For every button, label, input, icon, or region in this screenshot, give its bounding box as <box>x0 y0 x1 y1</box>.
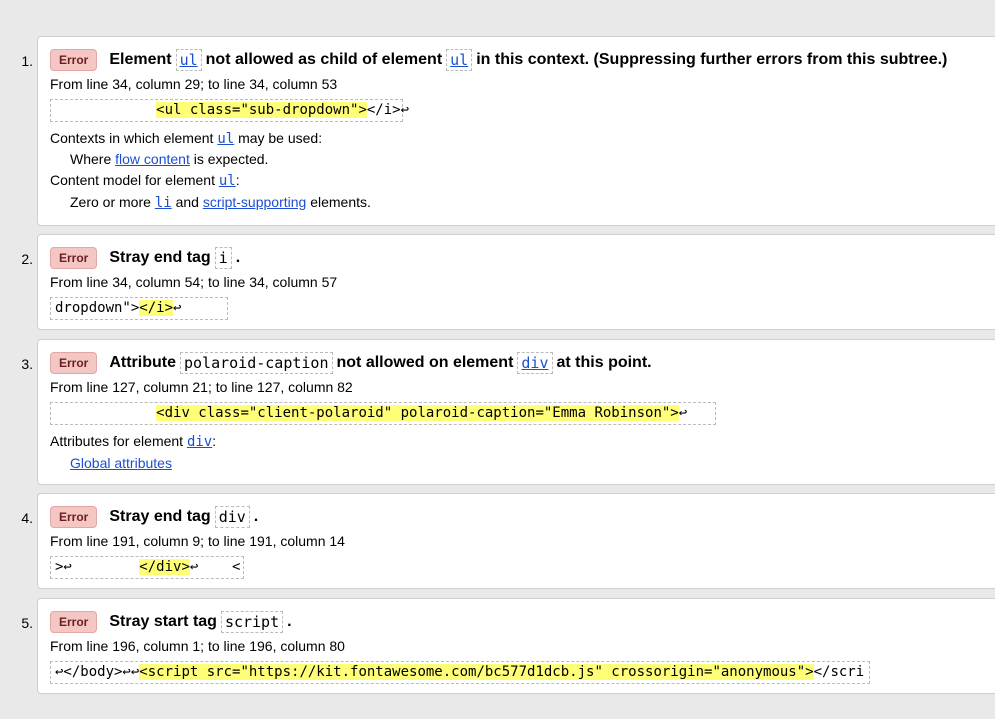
extract-highlight: </div> <box>139 559 190 575</box>
content-model-label: Content model for element <box>50 172 215 188</box>
error-card: Error Stray end tag i. From line 34, col… <box>37 234 995 330</box>
error-badge: Error <box>50 352 98 374</box>
message-number: 4. <box>21 510 33 526</box>
content-model-text: and <box>175 194 199 210</box>
message-number: 2. <box>21 251 33 267</box>
message-text: . <box>287 613 292 630</box>
message-text: Element <box>109 51 172 68</box>
message-text: Stray end tag <box>109 508 211 525</box>
error-badge: Error <box>50 49 98 71</box>
source-extract: ↩</body>↩↩<script src="https://kit.fonta… <box>50 661 870 684</box>
message-text: . <box>235 249 241 266</box>
message-heading: Error Attribute polaroid-caption not all… <box>50 350 983 376</box>
message-text: not allowed as child of element <box>205 51 443 68</box>
message-text: at this point. <box>556 354 652 371</box>
script-supporting-link[interactable]: script-supporting <box>203 194 307 210</box>
message-text: Attribute <box>109 354 176 371</box>
source-extract: dropdown"></i>↩ <box>50 297 228 320</box>
context-label: may be used: <box>238 130 323 146</box>
attributes-detail: Global attributes <box>50 453 983 473</box>
error-card: Error Attribute polaroid-caption not all… <box>37 339 995 485</box>
context-heading: Contexts in which element ul may be used… <box>50 128 983 149</box>
source-extract: <div class="client-polaroid" polaroid-ca… <box>50 402 716 425</box>
message-text: Stray start tag <box>109 613 217 630</box>
extract-post: </scri <box>813 664 865 680</box>
attributes-label: Attributes for element <box>50 433 184 449</box>
extract-pre: ↩</body>↩↩ <box>55 664 140 680</box>
extract-post: ↩ <box>678 405 755 421</box>
message-number: 5. <box>21 615 33 631</box>
context-text: is expected. <box>193 151 269 167</box>
message-heading: Error Stray end tag div. <box>50 504 983 530</box>
message-number: 3. <box>21 356 33 372</box>
element-code: div <box>214 506 250 528</box>
extract-highlight: </i> <box>139 300 174 316</box>
extract-highlight: <script src="https://kit.fontawesome.com… <box>139 664 814 680</box>
content-model-label: : <box>235 172 240 188</box>
attribute-code: polaroid-caption <box>180 352 333 374</box>
location-text: From line 34, column 29; to line 34, col… <box>50 76 338 92</box>
location-text: From line 196, column 1; to line 196, co… <box>50 638 345 654</box>
content-model-heading: Content model for element ul: <box>50 170 983 191</box>
error-card: Error Stray start tag script. From line … <box>37 598 995 694</box>
element-code: script <box>220 611 284 633</box>
content-model-text: elements. <box>310 194 371 210</box>
extract-pre: >↩ <box>55 559 140 575</box>
content-model-text: Zero or more <box>70 194 151 210</box>
extract-highlight: <div class="client-polaroid" polaroid-ca… <box>156 405 679 421</box>
element-code-link[interactable]: div <box>517 352 553 374</box>
context-detail: Where flow content is expected. <box>50 149 983 169</box>
element-ul-link[interactable]: ul <box>217 131 234 147</box>
element-li-link[interactable]: li <box>155 195 172 211</box>
context-label: Contexts in which element <box>50 130 214 146</box>
error-badge: Error <box>50 611 98 633</box>
element-code-link[interactable]: ul <box>175 49 202 71</box>
extract-post: </i>↩ <box>366 102 410 118</box>
error-badge: Error <box>50 506 98 528</box>
message-number: 1. <box>21 53 33 69</box>
message-text: . <box>253 508 259 525</box>
extract-pre <box>55 405 156 421</box>
element-ul-link[interactable]: ul <box>219 173 236 189</box>
location-text: From line 127, column 21; to line 127, c… <box>50 379 353 395</box>
error-card: Error Stray end tag div. From line 191, … <box>37 493 995 589</box>
element-code-link[interactable]: ul <box>446 49 473 71</box>
message-text: Stray end tag <box>109 249 211 266</box>
extract-pre: dropdown"> <box>55 300 140 316</box>
element-div-link[interactable]: div <box>187 434 212 450</box>
error-card: Error Element ul not allowed as child of… <box>37 36 995 226</box>
attributes-label: : <box>212 433 217 449</box>
source-extract: >↩ </div>↩ < <box>50 556 244 579</box>
extract-post: ↩ < <box>189 559 241 575</box>
extract-highlight: <ul class="sub-dropdown"> <box>156 102 367 118</box>
message-heading: Error Element ul not allowed as child of… <box>50 47 983 73</box>
message-text: not allowed on element <box>336 354 514 371</box>
source-extract: <ul class="sub-dropdown"></i>↩ <box>50 99 409 122</box>
extract-post: ↩ <box>173 300 233 316</box>
message-heading: Error Stray start tag script. <box>50 609 983 635</box>
location-text: From line 34, column 54; to line 34, col… <box>50 274 338 290</box>
extract-pre <box>55 102 156 118</box>
validator-results-frame: 1. Error Element ul not allowed as child… <box>0 0 995 719</box>
global-attributes-link[interactable]: Global attributes <box>70 455 172 471</box>
attributes-heading: Attributes for element div: <box>50 431 983 452</box>
element-code: i <box>214 247 232 269</box>
content-model-detail: Zero or more li and script-supporting el… <box>50 192 983 213</box>
error-badge: Error <box>50 247 98 269</box>
context-text: Where <box>70 151 112 167</box>
location-text: From line 191, column 9; to line 191, co… <box>50 533 345 549</box>
message-heading: Error Stray end tag i. <box>50 245 983 271</box>
flow-content-link[interactable]: flow content <box>115 151 190 167</box>
message-text: in this context. (Suppressing further er… <box>476 51 948 68</box>
